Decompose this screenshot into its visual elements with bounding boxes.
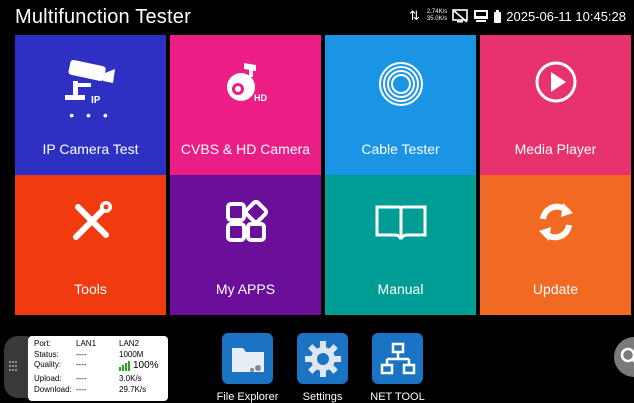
tile-label: Update [532, 281, 579, 297]
folder-icon [231, 347, 264, 372]
panel-row-download: Download: ---- 29.7K/s [34, 385, 146, 394]
panel-row-upload: Upload: ---- 3.0K/s [34, 374, 142, 383]
panel-row-quality: Quality: ---- 100% [34, 360, 159, 371]
play-icon [535, 61, 576, 103]
lan-port-icon [474, 10, 489, 22]
tile-dots: • • • [69, 107, 112, 123]
lan1-header: LAN1 [76, 339, 97, 348]
settings-label: Settings [302, 391, 343, 403]
lan1-status: ---- [76, 350, 87, 359]
network-icon [380, 342, 415, 374]
floating-search-button[interactable] [614, 337, 634, 377]
tile-label: Media Player [514, 141, 597, 157]
book-icon [375, 205, 426, 240]
dock-settings[interactable]: Settings [297, 333, 348, 403]
ip-camera-icon: IP [64, 59, 115, 105]
app-title: Multifunction Tester [15, 6, 191, 28]
lan2-download: 29.7K/s [119, 385, 147, 394]
net-down-speed: 35.0K/s [426, 16, 448, 22]
screen-off-icon [452, 9, 469, 23]
dock-net-tool[interactable]: NET TOOL [370, 333, 425, 403]
download-label: Download: [34, 385, 72, 394]
lan2-quality-value: 100% [133, 360, 159, 371]
lan1-upload: ---- [76, 374, 87, 383]
search-icon [620, 347, 634, 363]
tile-label: Manual [377, 281, 424, 297]
tile-media-player[interactable]: Media Player [480, 35, 631, 175]
tile-label: CVBS & HD Camera [180, 141, 311, 157]
net-tool-button[interactable] [372, 333, 423, 384]
cable-coil-icon [378, 62, 423, 106]
tile-label: IP Camera Test [42, 141, 139, 157]
refresh-icon [538, 203, 573, 241]
lan2-quality: 100% [119, 360, 159, 371]
panel-header-row: Port: LAN1 LAN2 [34, 339, 139, 348]
tile-cvbs-hd-camera[interactable]: HD CVBS & HD Camera [170, 35, 321, 175]
data-transfer-icon: ⇅ [408, 8, 420, 23]
tools-icon [72, 201, 112, 240]
tile-manual[interactable]: Manual [325, 175, 476, 315]
tile-label: My APPS [215, 281, 276, 297]
tile-my-apps[interactable]: My APPS [170, 175, 321, 315]
side-drawer-handle[interactable] [4, 336, 28, 398]
tile-ip-camera-test[interactable]: IP • • • IP Camera Test [15, 35, 166, 175]
apps-icon [225, 199, 268, 242]
tile-tools[interactable]: Tools [15, 175, 166, 315]
settings-button[interactable] [297, 333, 348, 384]
net-tool-label: NET TOOL [370, 391, 425, 403]
tile-label: Cable Tester [361, 141, 440, 157]
grip-icon [9, 361, 17, 371]
hd-icon-text: HD [254, 93, 267, 103]
network-speed: 2.74K/s 35.0K/s [427, 9, 447, 23]
quality-label: Quality: [34, 360, 62, 369]
tile-cable-tester[interactable]: Cable Tester [325, 35, 476, 175]
hd-dome-camera-icon: HD [226, 63, 267, 103]
tile-update[interactable]: Update [480, 175, 631, 315]
lan1-quality: ---- [76, 360, 87, 369]
tile-label: Tools [74, 281, 107, 297]
status-bar: Multifunction Tester ⇅ 2.74K/s 35.0K/s 2… [0, 0, 634, 30]
signal-bars-icon [119, 361, 130, 371]
net-up-speed: 2.74K/s [426, 9, 448, 15]
datetime: 2025-06-11 10:45:28 [506, 8, 626, 24]
file-explorer-label: File Explorer [216, 391, 279, 403]
app-grid: IP • • • IP Camera Test HD CVBS & HD Cam… [15, 35, 631, 345]
upload-label: Upload: [34, 374, 62, 383]
battery-icon [494, 9, 502, 23]
gear-icon [304, 340, 341, 377]
network-status-panel: Port: LAN1 LAN2 Status: ---- 1000M Quali… [28, 336, 168, 401]
lan1-download: ---- [76, 385, 87, 394]
port-label: Port: [34, 339, 51, 348]
lan2-status: 1000M [119, 350, 144, 359]
file-explorer-button[interactable] [222, 333, 273, 384]
dock-file-explorer[interactable]: File Explorer [217, 333, 278, 403]
ip-camera-icon-text: IP [91, 95, 101, 105]
lan2-upload: 3.0K/s [119, 374, 142, 383]
lan2-header: LAN2 [119, 339, 140, 348]
status-label: Status: [34, 350, 59, 359]
status-icons: ⇅ 2.74K/s 35.0K/s 2025-06-11 10:45:28 [409, 8, 626, 24]
panel-row-status: Status: ---- 1000M [34, 350, 143, 359]
